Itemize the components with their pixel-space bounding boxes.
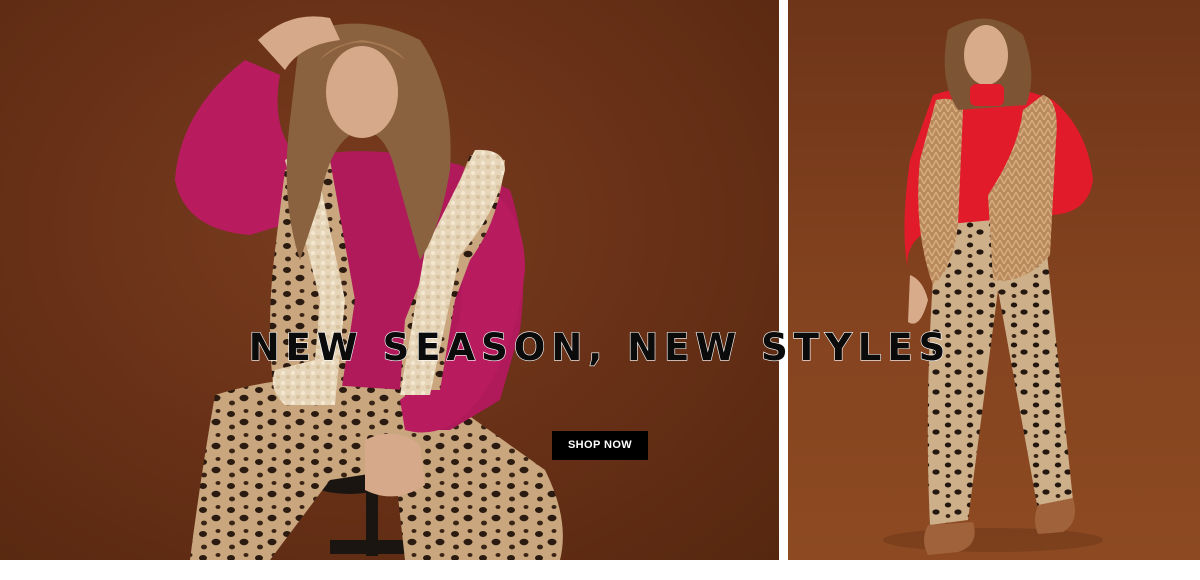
seated-model-photo bbox=[175, 16, 563, 560]
standing-model-photo bbox=[883, 18, 1103, 555]
headline: NEW SEASON, NEW STYLES bbox=[248, 325, 952, 369]
hero-image-right[interactable] bbox=[788, 0, 1200, 560]
hero-image-left[interactable] bbox=[0, 0, 779, 560]
shop-now-button[interactable]: SHOP NOW bbox=[552, 431, 648, 460]
hero-banner[interactable]: NEW SEASON, NEW STYLES SHOP NOW bbox=[0, 0, 1200, 580]
